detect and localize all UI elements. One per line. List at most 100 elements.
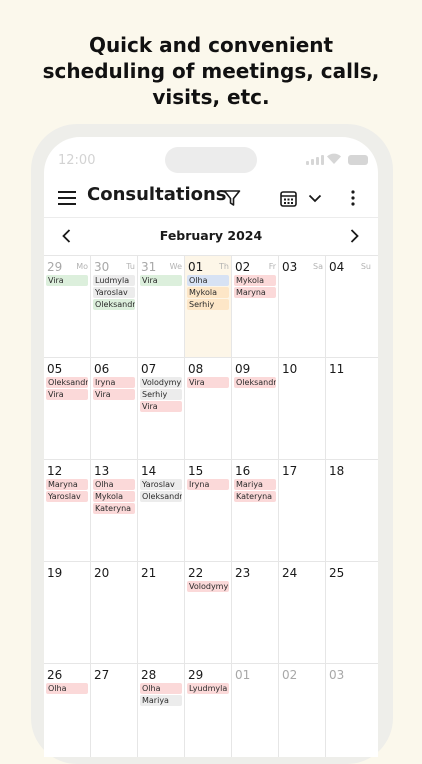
- chevron-down-icon[interactable]: [302, 185, 328, 211]
- event-chip[interactable]: Oleksandr: [93, 299, 135, 311]
- headline-line-2: scheduling of meetings, calls,: [42, 59, 380, 83]
- event-chip[interactable]: Iryna: [187, 479, 229, 490]
- event-chip[interactable]: Iryna: [93, 377, 135, 388]
- calendar-day[interactable]: 14 Yaroslav Oleksandr: [138, 460, 185, 561]
- calendar-day[interactable]: 19: [44, 562, 91, 663]
- calendar-day[interactable]: 31 We Vira: [138, 256, 185, 357]
- event-chip[interactable]: Mykola: [187, 287, 229, 299]
- event-chip[interactable]: Mykola: [234, 275, 276, 286]
- event-chip[interactable]: Oleksandr: [46, 377, 88, 388]
- event-chip[interactable]: Olha: [93, 479, 135, 490]
- calendar-day[interactable]: 12 Maryna Yaroslav: [44, 460, 91, 561]
- calendar-day[interactable]: 09 Oleksandr: [232, 358, 279, 459]
- event-chip[interactable]: Yaroslav: [140, 479, 182, 490]
- event-chip[interactable]: Olha: [187, 275, 229, 286]
- calendar-day[interactable]: 22 Volodymyr: [185, 562, 232, 663]
- calendar-day[interactable]: 29 Lyudmyla: [185, 664, 232, 757]
- weekday-label: Th: [219, 262, 229, 271]
- calendar-day[interactable]: 11: [326, 358, 373, 459]
- day-number: 20: [94, 566, 110, 580]
- calendar-day[interactable]: 03: [326, 664, 373, 757]
- calendar-day[interactable]: 05 Oleksandr Vira: [44, 358, 91, 459]
- month-navigation: February 2024: [44, 217, 378, 256]
- calendar-day[interactable]: 16 Mariya Kateryna: [232, 460, 279, 561]
- event-chip[interactable]: Mariya: [140, 695, 182, 707]
- event-chip[interactable]: Vira: [46, 275, 88, 286]
- headline-line-3: visits, etc.: [152, 85, 270, 109]
- calendar-week: 29 Mo Vira 30 Tu Ludmyla Yaroslav Oleksandr 31 We…: [44, 256, 378, 358]
- event-chip[interactable]: Mykola: [93, 491, 135, 503]
- wifi-icon: [327, 153, 341, 164]
- calendar-week: 26 Olha 27 28 Olha Mariya 29 Lyudmyla 01 02 03: [44, 664, 378, 757]
- calendar-day[interactable]: 17: [279, 460, 326, 561]
- day-number: 14: [141, 464, 157, 478]
- calendar-day[interactable]: 24: [279, 562, 326, 663]
- calendar-day[interactable]: 07 Volodymyr Serhiy Vira: [138, 358, 185, 459]
- calendar-day[interactable]: 02: [279, 664, 326, 757]
- calendar-day[interactable]: 23: [232, 562, 279, 663]
- calendar-day[interactable]: 15 Iryna: [185, 460, 232, 561]
- calendar-day[interactable]: 03 Sa: [279, 256, 326, 357]
- chevron-right-icon[interactable]: [343, 225, 365, 247]
- event-chip[interactable]: Volodymyr: [187, 581, 229, 592]
- day-events: Oleksandr Vira: [46, 377, 88, 401]
- calendar-day[interactable]: 01: [232, 664, 279, 757]
- calendar-day[interactable]: 04 Su: [326, 256, 373, 357]
- event-chip[interactable]: Maryna: [46, 479, 88, 490]
- event-chip[interactable]: Vira: [140, 401, 182, 413]
- calendar-day[interactable]: 30 Tu Ludmyla Yaroslav Oleksandr: [91, 256, 138, 357]
- day-number: 01: [188, 260, 204, 274]
- calendar-day[interactable]: 18: [326, 460, 373, 561]
- event-chip[interactable]: Maryna: [234, 287, 276, 299]
- calendar-day[interactable]: 25: [326, 562, 373, 663]
- event-chip[interactable]: Serhiy: [187, 299, 229, 311]
- event-chip[interactable]: Yaroslav: [93, 287, 135, 299]
- calendar-day[interactable]: 26 Olha: [44, 664, 91, 757]
- day-events: Maryna Yaroslav: [46, 479, 88, 503]
- event-chip[interactable]: Olha: [140, 683, 182, 694]
- filter-icon[interactable]: [219, 185, 245, 211]
- day-number: 13: [94, 464, 110, 478]
- day-number: 11: [329, 362, 345, 376]
- weekday-label: Fr: [268, 262, 276, 271]
- calendar-icon[interactable]: [275, 185, 301, 211]
- calendar-day[interactable]: 10: [279, 358, 326, 459]
- calendar-day[interactable]: 20: [91, 562, 138, 663]
- event-chip[interactable]: Oleksandr: [140, 491, 182, 503]
- calendar-day-today[interactable]: 01 Th Olha Mykola Serhiy: [185, 256, 232, 357]
- calendar-day[interactable]: 06 Iryna Vira: [91, 358, 138, 459]
- event-chip[interactable]: Vira: [46, 389, 88, 401]
- day-events: Vira: [140, 275, 182, 287]
- event-chip[interactable]: Mariya: [234, 479, 276, 490]
- day-events: Iryna: [187, 479, 229, 491]
- day-number: 03: [329, 668, 345, 682]
- event-chip[interactable]: Volodymyr: [140, 377, 182, 388]
- event-chip[interactable]: Olha: [46, 683, 88, 694]
- app-title: Consultations: [87, 184, 227, 205]
- event-chip[interactable]: Yaroslav: [46, 491, 88, 503]
- headline-line-1: Quick and convenient: [88, 33, 334, 57]
- day-number: 12: [47, 464, 63, 478]
- event-chip[interactable]: Vira: [93, 389, 135, 401]
- calendar-day[interactable]: 27: [91, 664, 138, 757]
- calendar-day[interactable]: 08 Vira: [185, 358, 232, 459]
- event-chip[interactable]: Vira: [187, 377, 229, 388]
- event-chip[interactable]: Kateryna: [93, 503, 135, 515]
- event-chip[interactable]: Ludmyla: [93, 275, 135, 286]
- event-chip[interactable]: Oleksandr: [234, 377, 276, 388]
- event-chip[interactable]: Lyudmyla: [187, 683, 229, 694]
- calendar-day[interactable]: 02 Fr Mykola Maryna: [232, 256, 279, 357]
- day-number: 02: [282, 668, 298, 682]
- calendar-day[interactable]: 29 Mo Vira: [44, 256, 91, 357]
- calendar-day[interactable]: 13 Olha Mykola Kateryna: [91, 460, 138, 561]
- signal-icon: [306, 155, 324, 165]
- menu-icon[interactable]: [54, 185, 80, 211]
- event-chip[interactable]: Vira: [140, 275, 182, 286]
- event-chip[interactable]: Kateryna: [234, 491, 276, 503]
- day-number: 08: [188, 362, 204, 376]
- phone-screen: 12:00 Consultations February 2024 29 Mo …: [44, 137, 378, 757]
- calendar-day[interactable]: 28 Olha Mariya: [138, 664, 185, 757]
- more-vert-icon[interactable]: [340, 185, 366, 211]
- event-chip[interactable]: Serhiy: [140, 389, 182, 401]
- calendar-day[interactable]: 21: [138, 562, 185, 663]
